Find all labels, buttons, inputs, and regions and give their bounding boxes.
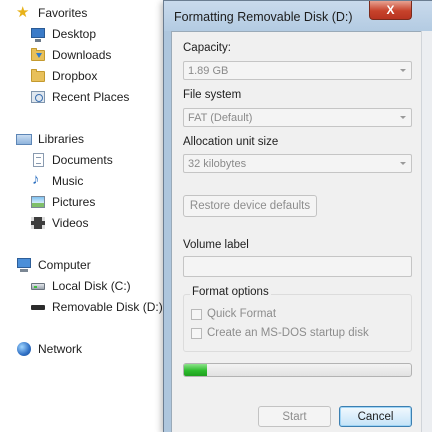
nav-item-label: Recent Places	[52, 90, 130, 104]
downloads-folder-icon	[30, 47, 46, 63]
pictures-icon	[30, 194, 46, 210]
allocation-label: Allocation unit size	[183, 136, 279, 148]
nav-item-label: Removable Disk (D:)	[52, 300, 163, 314]
dialog-right-edge	[421, 31, 432, 432]
nav-network[interactable]: Network	[0, 339, 178, 359]
format-progress-fill	[184, 364, 207, 376]
nav-item-label: Pictures	[52, 195, 96, 209]
dialog-body: Capacity: 1.89 GB File system FAT (Defau…	[171, 31, 432, 432]
msdos-startup-checkbox[interactable]	[191, 327, 202, 339]
nav-item-label: Documents	[52, 153, 113, 167]
capacity-value: 1.89 GB	[188, 65, 229, 77]
recent-places-icon	[30, 89, 46, 105]
volume-label-label: Volume label	[183, 239, 249, 251]
restore-defaults-button[interactable]: Restore device defaults	[183, 195, 317, 217]
documents-icon	[30, 152, 46, 168]
capacity-label: Capacity:	[183, 42, 231, 54]
dropbox-icon	[30, 68, 46, 84]
nav-network-label: Network	[38, 342, 83, 356]
file-system-value: FAT (Default)	[188, 112, 253, 124]
network-icon	[16, 341, 32, 357]
removable-disk-icon	[30, 299, 46, 315]
nav-item-label: Downloads	[52, 48, 112, 62]
navigation-pane: ★ Favorites Desktop Downloads Dropbox Re…	[0, 0, 168, 432]
nav-item-label: Dropbox	[52, 69, 98, 83]
file-system-label: File system	[183, 89, 242, 101]
nav-favorites-label: Favorites	[38, 6, 88, 20]
nav-libraries[interactable]: Libraries	[0, 129, 178, 149]
nav-favorites[interactable]: ★ Favorites	[0, 3, 178, 23]
nav-item-label: Desktop	[52, 27, 97, 41]
nav-libraries-label: Libraries	[38, 132, 85, 146]
format-options-group	[183, 294, 412, 352]
msdos-startup-option[interactable]: Create an MS-DOS startup disk	[191, 327, 369, 339]
computer-icon	[16, 257, 32, 273]
nav-item-label: Videos	[52, 216, 89, 230]
cancel-button[interactable]: Cancel	[339, 406, 412, 427]
volume-label-input[interactable]	[183, 256, 412, 277]
libraries-icon	[16, 131, 32, 147]
nav-item-label: Music	[52, 174, 84, 188]
local-disk-icon	[30, 278, 46, 294]
quick-format-checkbox[interactable]	[191, 308, 202, 320]
dialog-title: Formatting Removable Disk (D:)	[174, 10, 353, 24]
nav-item-label: Local Disk (C:)	[52, 279, 131, 293]
desktop-icon	[30, 26, 46, 42]
music-icon: ♪	[32, 171, 40, 188]
format-dialog: Formatting Removable Disk (D:) X Capacit…	[163, 0, 432, 432]
quick-format-option[interactable]: Quick Format	[191, 308, 276, 320]
format-options-legend: Format options	[190, 286, 271, 298]
allocation-select[interactable]: 32 kilobytes	[183, 154, 412, 173]
star-icon: ★	[16, 4, 30, 21]
capacity-select[interactable]: 1.89 GB	[183, 61, 412, 80]
msdos-startup-label: Create an MS-DOS startup disk	[207, 327, 369, 339]
nav-computer-label: Computer	[38, 258, 91, 272]
quick-format-label: Quick Format	[207, 308, 277, 320]
file-system-select[interactable]: FAT (Default)	[183, 108, 412, 127]
format-progress-bar	[183, 363, 412, 377]
chevron-down-icon	[400, 69, 406, 72]
start-button[interactable]: Start	[258, 406, 331, 427]
dialog-titlebar[interactable]: Formatting Removable Disk (D:) X	[164, 1, 432, 31]
allocation-value: 32 kilobytes	[188, 158, 247, 170]
videos-icon	[30, 215, 46, 231]
chevron-down-icon	[400, 116, 406, 119]
close-button[interactable]: X	[369, 1, 412, 20]
nav-computer[interactable]: Computer	[0, 255, 178, 275]
close-icon: X	[386, 3, 395, 17]
chevron-down-icon	[400, 162, 406, 165]
